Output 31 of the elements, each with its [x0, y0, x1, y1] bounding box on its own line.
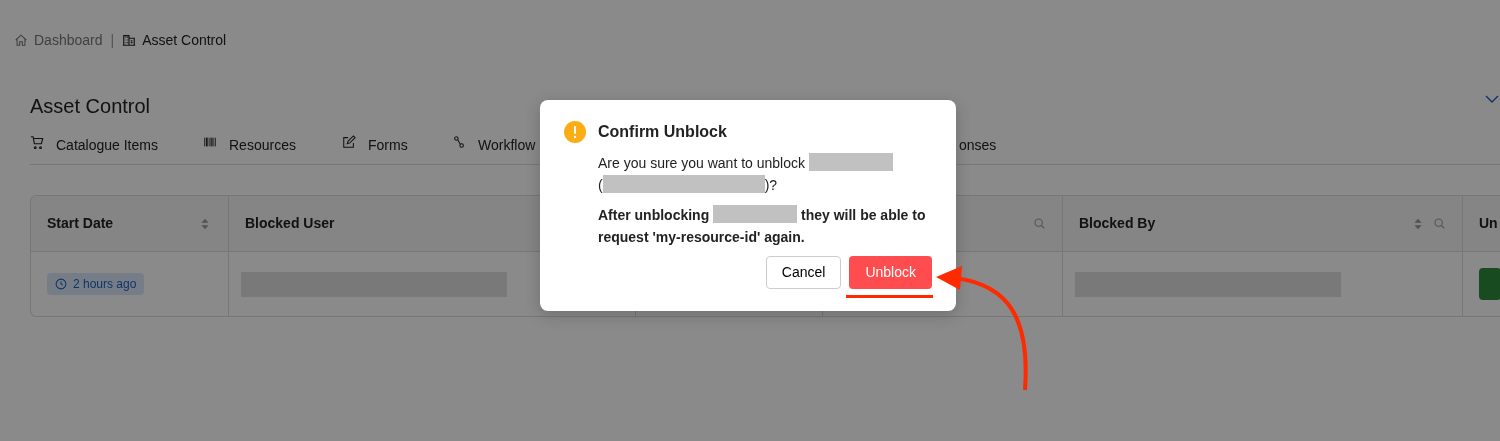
tab[interactable]: onses	[959, 135, 997, 156]
page-title: Asset Control	[30, 94, 151, 118]
unblock-button[interactable]: Unblock	[849, 256, 932, 289]
dialog-title: Confirm Unblock	[598, 122, 727, 142]
chevron-down-icon[interactable]	[1485, 94, 1499, 104]
action-button[interactable]	[1479, 268, 1500, 300]
building-icon	[122, 33, 137, 47]
warning-icon	[564, 121, 586, 143]
breadcrumb-link[interactable]: Dashboard	[34, 29, 103, 51]
link-icon	[452, 135, 466, 149]
tab[interactable]: Workflow	[478, 135, 536, 156]
tab[interactable]: Forms	[368, 135, 408, 156]
column-header[interactable]: Blocked By	[1079, 213, 1156, 234]
search-icon[interactable]	[1033, 217, 1046, 230]
clock-icon	[55, 278, 67, 290]
tab[interactable]: Resources	[229, 135, 296, 156]
cart-icon	[30, 135, 44, 149]
tab[interactable]: Catalogue Items	[56, 135, 158, 156]
column-header[interactable]: Start Date	[47, 213, 114, 234]
dialog-message: After unblocking they will be able to request 'my-resource-id' again.	[598, 204, 927, 247]
barcode-icon	[203, 135, 217, 149]
cancel-button[interactable]: Cancel	[765, 256, 842, 289]
breadcrumb-separator: |	[110, 30, 115, 50]
time-text: 2 hours ago	[73, 276, 137, 293]
home-icon	[14, 33, 28, 47]
dialog-message: Are you sure you want to unblock ( )?	[598, 152, 932, 196]
search-icon[interactable]	[1433, 217, 1446, 230]
breadcrumb-current: Asset Control	[142, 30, 227, 50]
column-header[interactable]: Un	[1479, 213, 1498, 234]
column-header[interactable]: Blocked User	[245, 213, 335, 234]
edit-icon	[342, 135, 356, 149]
